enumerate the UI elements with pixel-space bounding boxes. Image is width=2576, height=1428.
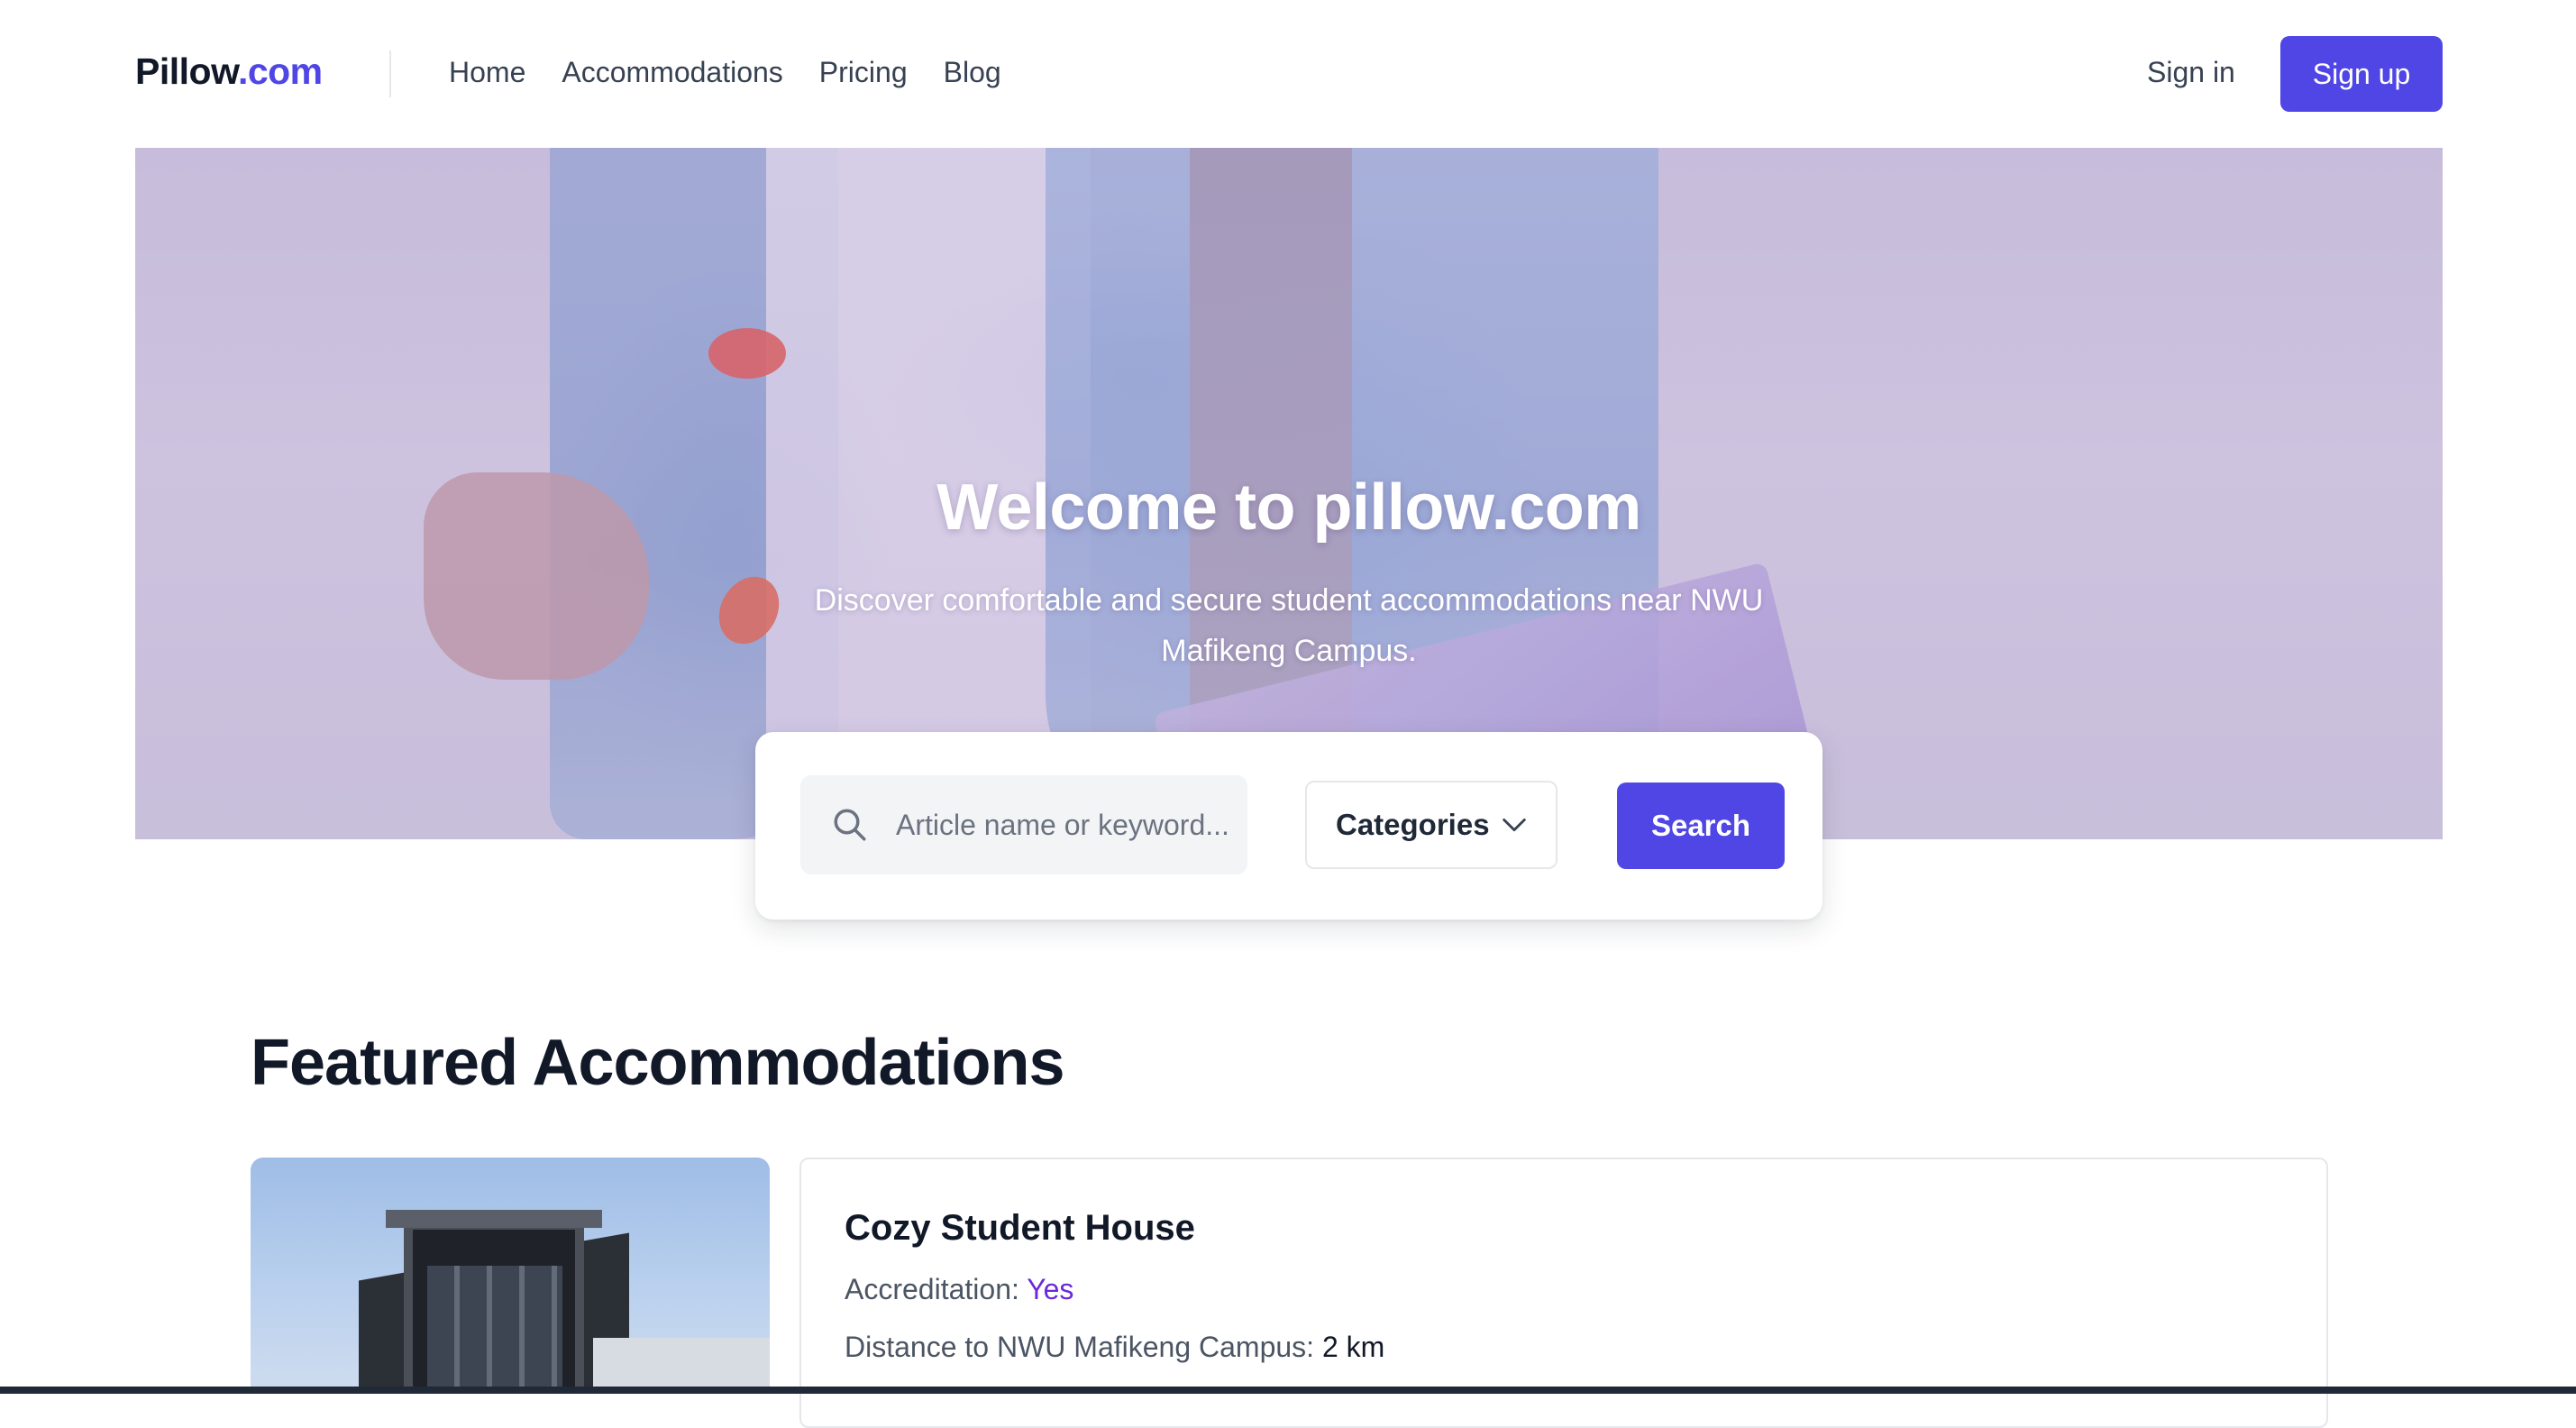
categories-dropdown[interactable]: Categories — [1305, 781, 1557, 869]
chevron-down-icon — [1502, 818, 1526, 832]
sign-in-link[interactable]: Sign in — [2147, 56, 2235, 89]
search-icon — [834, 809, 866, 841]
building-shape — [593, 1338, 770, 1394]
window-bottom-edge — [0, 1387, 2576, 1394]
site-logo[interactable]: Pillow.com — [135, 50, 323, 93]
hero-subtitle: Discover comfortable and secure student … — [814, 583, 1764, 668]
accreditation-label: Accreditation: — [845, 1273, 1028, 1305]
accreditation-value: Yes — [1027, 1273, 1074, 1305]
hero-title: Welcome to pillow.com — [936, 471, 1641, 544]
featured-title: Featured Accommodations — [251, 1027, 1064, 1099]
search-card: Categories Search — [755, 732, 1822, 920]
nav-divider — [389, 50, 391, 97]
search-button[interactable]: Search — [1617, 783, 1785, 869]
building-shape — [386, 1210, 602, 1228]
distance-label: Distance to NWU Mafikeng Campus: — [845, 1331, 1322, 1363]
distance-row: Distance to NWU Mafikeng Campus: 2 km — [845, 1331, 1384, 1364]
logo-accent-text: .com — [237, 50, 323, 92]
nav-link-blog[interactable]: Blog — [944, 56, 1001, 89]
main-nav: Home Accommodations Pricing Blog — [449, 56, 1001, 89]
accommodation-image[interactable] — [251, 1158, 770, 1394]
building-shape — [427, 1266, 562, 1392]
search-box — [800, 775, 1247, 874]
nav-link-home[interactable]: Home — [449, 56, 525, 89]
accreditation-row: Accreditation: Yes — [845, 1273, 1073, 1306]
logo-text: Pillow — [135, 50, 238, 92]
top-navbar: Pillow.com Home Accommodations Pricing B… — [0, 0, 2576, 148]
search-input[interactable] — [896, 793, 1229, 856]
sign-up-button[interactable]: Sign up — [2280, 36, 2443, 112]
accommodation-name[interactable]: Cozy Student House — [845, 1208, 1195, 1249]
nav-link-accommodations[interactable]: Accommodations — [562, 56, 782, 89]
nav-link-pricing[interactable]: Pricing — [819, 56, 908, 89]
distance-value: 2 km — [1321, 1331, 1385, 1363]
categories-label: Categories — [1336, 808, 1490, 841]
